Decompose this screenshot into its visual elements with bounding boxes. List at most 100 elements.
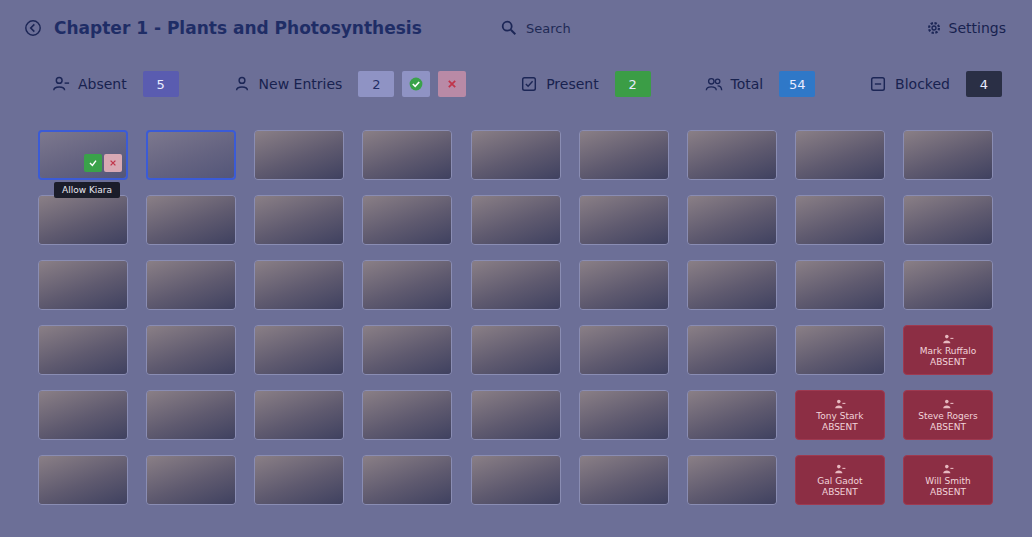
student-tile[interactable] xyxy=(579,325,669,375)
student-tile[interactable] xyxy=(362,260,452,310)
student-photo xyxy=(255,391,343,439)
back-arrow-icon[interactable] xyxy=(24,19,42,37)
student-tile[interactable] xyxy=(146,390,236,440)
student-tile[interactable] xyxy=(254,455,344,505)
student-tile[interactable] xyxy=(146,325,236,375)
blocked-square-icon xyxy=(869,75,887,93)
student-name: Steve Rogers xyxy=(918,410,978,422)
stat-item[interactable]: Total 54 xyxy=(705,71,816,97)
student-tile[interactable] xyxy=(362,130,452,180)
student-tile[interactable]: Allow Kiara xyxy=(38,130,128,180)
person-icon xyxy=(233,75,251,93)
student-tile[interactable] xyxy=(471,195,561,245)
student-photo xyxy=(796,131,884,179)
student-tile[interactable] xyxy=(579,390,669,440)
student-tile[interactable] xyxy=(579,260,669,310)
student-photo xyxy=(904,131,992,179)
page-title: Chapter 1 - Plants and Photosynthesis xyxy=(54,18,422,38)
student-photo xyxy=(580,326,668,374)
student-tile[interactable] xyxy=(362,455,452,505)
person-minus-icon xyxy=(942,463,954,475)
student-grid: Allow Kiara Mark RuffaloABSENT Tony StarkA… xyxy=(0,112,1032,505)
student-tile[interactable] xyxy=(38,195,128,245)
attendance-page: Chapter 1 - Plants and Photosynthesis Set… xyxy=(0,0,1032,537)
student-tile[interactable] xyxy=(795,325,885,375)
student-photo xyxy=(904,196,992,244)
allow-button[interactable] xyxy=(84,154,102,172)
student-photo xyxy=(39,196,127,244)
student-tile[interactable] xyxy=(471,455,561,505)
student-tile[interactable] xyxy=(254,130,344,180)
student-tile[interactable]: Mark RuffaloABSENT xyxy=(903,325,993,375)
stat-item[interactable]: New Entries2 xyxy=(233,71,467,97)
student-tile[interactable] xyxy=(471,325,561,375)
student-photo xyxy=(147,391,235,439)
student-tile[interactable]: Will SmithABSENT xyxy=(903,455,993,505)
student-tile[interactable] xyxy=(146,260,236,310)
student-tile[interactable] xyxy=(254,390,344,440)
student-tile[interactable] xyxy=(38,260,128,310)
student-name: Gal Gadot xyxy=(817,475,862,487)
student-tile[interactable] xyxy=(471,390,561,440)
student-tile[interactable]: Tony StarkABSENT xyxy=(795,390,885,440)
student-tile[interactable]: Gal GadotABSENT xyxy=(795,455,885,505)
student-tile[interactable] xyxy=(254,325,344,375)
student-tile[interactable] xyxy=(362,195,452,245)
student-tile[interactable] xyxy=(38,390,128,440)
student-tile[interactable] xyxy=(687,325,777,375)
student-tile[interactable] xyxy=(795,260,885,310)
student-photo xyxy=(363,196,451,244)
deny-button[interactable] xyxy=(104,154,122,172)
student-photo xyxy=(39,326,127,374)
stat-label: Total xyxy=(731,76,764,92)
stat-item[interactable]: Present2 xyxy=(520,71,651,97)
student-tile[interactable] xyxy=(903,195,993,245)
student-photo xyxy=(580,131,668,179)
student-photo xyxy=(688,196,776,244)
student-tile[interactable] xyxy=(38,455,128,505)
approve-all-button[interactable] xyxy=(402,71,430,97)
student-tile[interactable] xyxy=(687,260,777,310)
student-tile[interactable] xyxy=(687,195,777,245)
student-tile[interactable] xyxy=(146,455,236,505)
student-photo xyxy=(39,261,127,309)
settings-button[interactable]: Settings xyxy=(925,19,1006,37)
student-tile[interactable] xyxy=(687,455,777,505)
title-area: Chapter 1 - Plants and Photosynthesis xyxy=(24,18,454,38)
student-tile[interactable] xyxy=(795,195,885,245)
student-photo xyxy=(147,456,235,504)
stat-label: Present xyxy=(546,76,599,92)
student-tile[interactable] xyxy=(579,130,669,180)
student-photo xyxy=(147,261,235,309)
stat-count: 54 xyxy=(779,71,815,97)
student-tile[interactable] xyxy=(687,130,777,180)
student-tile[interactable] xyxy=(362,390,452,440)
magnifier-icon xyxy=(500,19,518,37)
stat-item[interactable]: Blocked4 xyxy=(869,71,1002,97)
student-tile[interactable] xyxy=(254,260,344,310)
student-tile[interactable] xyxy=(579,195,669,245)
cross-icon xyxy=(107,157,119,169)
search-field[interactable] xyxy=(500,17,905,40)
student-tile[interactable] xyxy=(254,195,344,245)
student-tile[interactable] xyxy=(579,455,669,505)
student-tile[interactable] xyxy=(903,260,993,310)
student-photo xyxy=(580,391,668,439)
search-input[interactable] xyxy=(526,17,905,40)
student-tile[interactable] xyxy=(38,325,128,375)
check-icon xyxy=(408,76,424,92)
student-photo xyxy=(255,456,343,504)
student-photo xyxy=(147,196,235,244)
student-tile[interactable] xyxy=(471,130,561,180)
student-tile[interactable] xyxy=(471,260,561,310)
check-icon xyxy=(87,157,99,169)
student-tile[interactable] xyxy=(795,130,885,180)
student-tile[interactable] xyxy=(687,390,777,440)
student-tile[interactable] xyxy=(903,130,993,180)
student-tile[interactable] xyxy=(146,195,236,245)
reject-all-button[interactable] xyxy=(438,71,466,97)
stat-item[interactable]: Absent5 xyxy=(52,71,179,97)
student-tile[interactable] xyxy=(362,325,452,375)
student-tile[interactable] xyxy=(146,130,236,180)
student-tile[interactable]: Steve RogersABSENT xyxy=(903,390,993,440)
